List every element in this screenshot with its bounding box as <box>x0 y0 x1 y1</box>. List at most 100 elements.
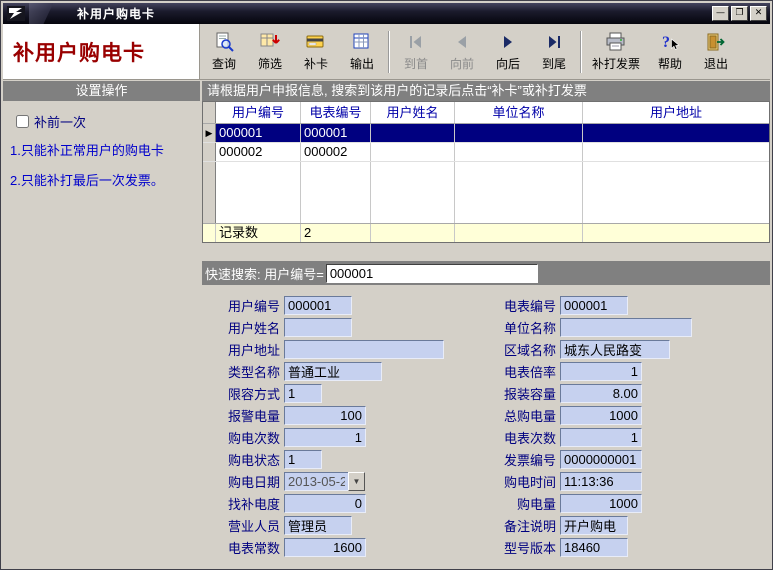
cell-user-name <box>371 143 455 161</box>
go-previous-button-label: 向前 <box>450 55 474 72</box>
operator-input[interactable] <box>284 516 352 535</box>
query-button[interactable]: 查询 <box>201 26 247 77</box>
go-last-button[interactable]: 到尾 <box>531 26 577 77</box>
query-button-label: 查询 <box>212 55 236 72</box>
purchase-count-label: 购电次数 <box>218 428 280 447</box>
exit-button[interactable]: 退出 <box>693 26 739 77</box>
previous-time-checkbox[interactable] <box>16 115 29 128</box>
meter-id-input[interactable] <box>560 296 628 315</box>
remark-input[interactable] <box>560 516 628 535</box>
header-strip: 补用户购电卡 查询 <box>3 24 770 80</box>
instruction-bar: 请根据用户申报信息, 搜索到该用户的记录后点击“补卡”或补打发票 <box>202 81 770 101</box>
page-title-panel: 补用户购电卡 <box>3 24 200 79</box>
model-version-input[interactable] <box>560 538 628 557</box>
previous-time-checkbox-row[interactable]: 补前一次 <box>16 112 200 131</box>
sidebar-note-1: 1.只能补正常用户的购电卡 <box>10 143 196 159</box>
go-next-button[interactable]: 向后 <box>485 26 531 77</box>
window-title: 补用户购电卡 <box>77 5 155 22</box>
purchase-time-input[interactable] <box>560 472 642 491</box>
cell-meter-id: 000001 <box>301 124 371 142</box>
meter-count-input[interactable] <box>560 428 642 447</box>
meter-ratio-input[interactable] <box>560 362 642 381</box>
previous-time-checkbox-label: 补前一次 <box>34 112 86 131</box>
minimize-button[interactable]: — <box>712 6 729 21</box>
user-name-input[interactable] <box>284 318 352 337</box>
installed-capacity-label: 报装容量 <box>494 384 556 403</box>
column-header-user-id[interactable]: 用户编号 <box>216 102 301 123</box>
user-address-label: 用户地址 <box>218 340 280 359</box>
sidebar-note-2: 2.只能补打最后一次发票。 <box>10 173 196 189</box>
column-header-unit-name[interactable]: 单位名称 <box>455 102 583 123</box>
record-count-value: 2 <box>301 224 371 242</box>
reprint-invoice-button[interactable]: 补打发票 <box>585 26 647 77</box>
cell-unit-name <box>455 124 583 142</box>
go-first-button[interactable]: 到首 <box>393 26 439 77</box>
unit-name-label: 单位名称 <box>494 318 556 337</box>
limit-mode-input[interactable] <box>284 384 322 403</box>
filter-button[interactable]: 筛选 <box>247 26 293 77</box>
card-icon <box>305 31 327 53</box>
meter-constant-input[interactable] <box>284 538 366 557</box>
exit-button-label: 退出 <box>704 55 728 72</box>
purchase-date-input[interactable] <box>284 472 348 491</box>
table-row[interactable]: 000002 000002 <box>203 143 769 162</box>
table-header-row: 用户编号 电表编号 用户姓名 单位名称 用户地址 <box>203 102 769 124</box>
cell-meter-id: 000002 <box>301 143 371 161</box>
close-button[interactable]: ✕ <box>750 6 767 21</box>
invoice-number-input[interactable] <box>560 450 642 469</box>
purchase-count-input[interactable] <box>284 428 366 447</box>
go-first-icon <box>406 31 426 53</box>
region-name-label: 区域名称 <box>494 340 556 359</box>
meter-ratio-label: 电表倍率 <box>494 362 556 381</box>
go-last-button-label: 到尾 <box>542 55 566 72</box>
go-previous-button[interactable]: 向前 <box>439 26 485 77</box>
cell-user-address <box>583 124 769 142</box>
installed-capacity-input[interactable] <box>560 384 642 403</box>
row-selector-cell <box>203 143 216 161</box>
help-button-label: 帮助 <box>658 55 682 72</box>
maximize-button[interactable]: ❐ <box>731 6 748 21</box>
row-selector-gutter <box>203 102 216 123</box>
user-address-input[interactable] <box>284 340 444 359</box>
meter-id-label: 电表编号 <box>494 296 556 315</box>
total-energy-label: 总购电量 <box>494 406 556 425</box>
search-icon <box>213 31 235 53</box>
purchase-status-input[interactable] <box>284 450 322 469</box>
reprint-invoice-button-label: 补打发票 <box>592 55 640 72</box>
form-left-column: 用户编号 用户姓名 用户地址 类型名称 限容方式 报警电量 购电次数 购电状态 … <box>202 294 494 566</box>
toolbar-separator <box>580 31 582 73</box>
total-energy-input[interactable] <box>560 406 642 425</box>
table-row[interactable]: ▶ 000001 000001 <box>203 124 769 143</box>
invoice-number-label: 发票编号 <box>494 450 556 469</box>
filter-button-label: 筛选 <box>258 55 282 72</box>
alarm-energy-input[interactable] <box>284 406 366 425</box>
exit-icon <box>705 31 727 53</box>
record-count-label: 记录数 <box>216 224 301 242</box>
unit-name-input[interactable] <box>560 318 692 337</box>
operator-label: 营业人员 <box>218 516 280 535</box>
sidebar: 设置操作 补前一次 1.只能补正常用户的购电卡 2.只能补打最后一次发票。 <box>3 81 200 566</box>
column-header-meter-id[interactable]: 电表编号 <box>301 102 371 123</box>
go-previous-icon <box>452 31 472 53</box>
column-header-user-address[interactable]: 用户地址 <box>583 102 769 123</box>
adjust-energy-input[interactable] <box>284 494 366 513</box>
reprint-invoice-icon <box>605 31 627 53</box>
region-name-input[interactable] <box>560 340 670 359</box>
dropdown-arrow-icon[interactable]: ▼ <box>348 472 365 491</box>
output-icon <box>351 31 373 53</box>
type-name-input[interactable] <box>284 362 382 381</box>
reissue-card-button[interactable]: 补卡 <box>293 26 339 77</box>
column-header-user-name[interactable]: 用户姓名 <box>371 102 455 123</box>
quick-search-input[interactable] <box>326 264 538 283</box>
form-right-column: 电表编号 单位名称 区域名称 电表倍率 报装容量 总购电量 电表次数 发票编号 … <box>494 294 770 566</box>
export-button[interactable]: 输出 <box>339 26 385 77</box>
meter-constant-label: 电表常数 <box>218 538 280 557</box>
titlebar[interactable]: 补用户购电卡 — ❐ ✕ <box>3 3 770 24</box>
main-panel: 请根据用户申报信息, 搜索到该用户的记录后点击“补卡”或补打发票 用户编号 电表… <box>202 81 770 566</box>
purchase-energy-input[interactable] <box>560 494 642 513</box>
cell-user-id: 000002 <box>216 143 301 161</box>
help-button[interactable]: ? 帮助 <box>647 26 693 77</box>
user-name-label: 用户姓名 <box>218 318 280 337</box>
user-id-input[interactable] <box>284 296 352 315</box>
purchase-time-label: 购电时间 <box>494 472 556 491</box>
